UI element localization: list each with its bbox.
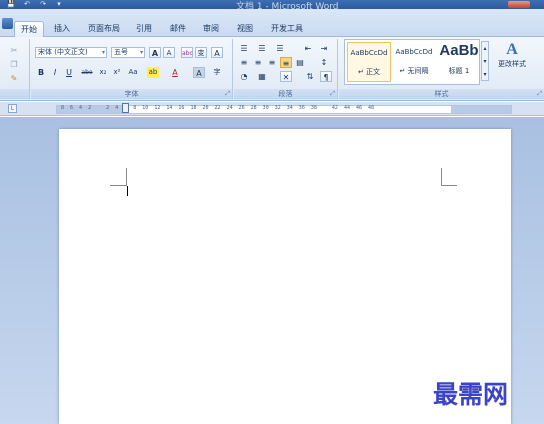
- undo-icon[interactable]: ↶: [22, 1, 32, 8]
- font-group: 宋体 (中文正文) ▾ 五号 ▾ A A abc 变 A B I U abe x…: [31, 39, 233, 99]
- styles-group-label: 样式: [339, 89, 544, 99]
- office-button[interactable]: [2, 18, 13, 29]
- font-name-value: 宋体 (中文正文): [38, 48, 88, 56]
- ribbon: ✂ ❐ ✎ 宋体 (中文正文) ▾ 五号 ▾ A A abc 变 A B I U…: [0, 37, 544, 101]
- tab-selector[interactable]: L: [8, 104, 17, 113]
- align-right-icon[interactable]: ≡: [266, 57, 278, 68]
- ribbon-tabs: 开始 插入 页面布局 引用 邮件 审阅 视图 开发工具: [0, 9, 544, 39]
- crop-mark-top-left: [126, 168, 127, 186]
- bold-button[interactable]: B: [35, 67, 47, 78]
- font-size-select[interactable]: 五号 ▾: [111, 47, 145, 58]
- style-heading-1[interactable]: AaBb 标题 1: [437, 42, 481, 82]
- style-normal[interactable]: AaBbCcDd ↵ 正文: [347, 42, 391, 82]
- highlight-button[interactable]: ab: [147, 67, 159, 78]
- change-styles-label: 更改样式: [498, 60, 526, 68]
- font-size-value: 五号: [114, 48, 128, 56]
- superscript-button[interactable]: x²: [111, 67, 123, 78]
- close-button[interactable]: [508, 1, 530, 8]
- align-center-icon[interactable]: ≡: [252, 57, 264, 68]
- tab-view[interactable]: 视图: [237, 23, 253, 34]
- copy-icon[interactable]: ❐: [8, 59, 20, 70]
- ruler-right-margin: [451, 106, 511, 113]
- multilevel-list-icon[interactable]: ☰: [274, 43, 286, 54]
- sort-icon[interactable]: ⇅: [304, 71, 316, 82]
- paragraph-group-label: 段落: [234, 89, 337, 99]
- font-group-label: 字体: [31, 89, 232, 99]
- cut-icon[interactable]: ✂: [8, 45, 20, 56]
- tab-review[interactable]: 审阅: [203, 23, 219, 34]
- change-styles-icon: A: [506, 41, 518, 58]
- style-name: ↵ 正文: [357, 68, 381, 76]
- tab-references[interactable]: 引用: [136, 23, 152, 34]
- save-icon[interactable]: 💾: [6, 1, 16, 8]
- change-case-button[interactable]: Aa: [127, 67, 139, 78]
- ruler-numbers: 8 6 4 2 2 4 6 8 10 12 14 16 18 20 22 24 …: [61, 105, 375, 111]
- decrease-indent-icon[interactable]: ⇤: [302, 43, 314, 54]
- borders-icon[interactable]: ▦: [256, 71, 268, 82]
- style-name: 标题 1: [448, 67, 470, 75]
- enclose-char-button[interactable]: 字: [211, 67, 223, 78]
- title-bar: 💾 ↶ ↷ ▾ 文档 1 - Microsoft Word: [0, 0, 544, 12]
- grow-font-button[interactable]: A: [149, 47, 161, 58]
- font-dialog-launcher-icon[interactable]: ⤢: [225, 90, 230, 98]
- change-styles-button[interactable]: A 更改样式: [492, 41, 532, 81]
- tab-mailings[interactable]: 邮件: [170, 23, 186, 34]
- customize-toolbar-icon[interactable]: ▾: [54, 1, 64, 8]
- underline-button[interactable]: U: [63, 67, 75, 78]
- font-name-select[interactable]: 宋体 (中文正文) ▾: [35, 47, 107, 58]
- clipboard-group: ✂ ❐ ✎: [0, 39, 30, 99]
- chinese-layout-icon[interactable]: ✕: [280, 71, 292, 82]
- style-no-spacing[interactable]: AaBbCcDd ↵ 无间隔: [392, 42, 436, 82]
- style-sample-text: AaBb: [439, 42, 479, 59]
- style-name: ↵ 无间隔: [399, 67, 429, 75]
- clipboard-group-label: [0, 89, 29, 99]
- justify-icon[interactable]: ≡: [280, 57, 292, 68]
- style-sample-text: AaBbCcDd: [395, 48, 433, 56]
- text-cursor: [127, 186, 128, 196]
- char-border-button[interactable]: A: [211, 47, 223, 58]
- shading-icon[interactable]: ◔: [238, 71, 250, 82]
- numbering-icon[interactable]: ☰: [256, 43, 268, 54]
- tab-insert[interactable]: 插入: [54, 23, 70, 34]
- shrink-font-button[interactable]: A: [163, 47, 175, 58]
- strikethrough-button[interactable]: abe: [81, 67, 93, 78]
- clear-format-button[interactable]: abc: [181, 47, 193, 58]
- tab-page-layout[interactable]: 页面布局: [88, 23, 120, 34]
- italic-button[interactable]: I: [49, 67, 61, 78]
- style-sample-text: AaBbCcDd: [350, 49, 388, 57]
- styles-dialog-launcher-icon[interactable]: ⤢: [537, 90, 542, 98]
- chevron-down-icon: ▾: [101, 49, 105, 56]
- align-left-icon[interactable]: ≡: [238, 57, 250, 68]
- indent-marker[interactable]: [122, 103, 129, 113]
- crop-mark-top-right: [441, 168, 442, 186]
- ruler-bar: 8 6 4 2 2 4 6 8 10 12 14 16 18 20 22 24 …: [0, 102, 544, 116]
- font-color-button[interactable]: A: [169, 67, 181, 78]
- paragraph-dialog-launcher-icon[interactable]: ⤢: [330, 90, 335, 98]
- gallery-scroll[interactable]: ▴ ▾ ▾: [481, 41, 489, 81]
- crop-mark-top-right: [441, 185, 457, 186]
- char-shading-button[interactable]: A: [193, 67, 205, 78]
- subscript-button[interactable]: x₂: [97, 67, 109, 78]
- increase-indent-icon[interactable]: ⇥: [318, 43, 330, 54]
- paragraph-group: ☰ ☰ ☰ ⇤ ⇥ ≡ ≡ ≡ ≡ ▤ ↕ ◔ ▦ ✕ ⇅ ¶ 段落 ⤢: [234, 39, 338, 99]
- line-spacing-icon[interactable]: ↕: [318, 57, 330, 68]
- phonetic-guide-button[interactable]: 变: [195, 47, 207, 58]
- quick-styles-gallery: AaBbCcDd ↵ 正文 AaBbCcDd ↵ 无间隔 AaBb 标题 1: [344, 39, 480, 85]
- bullets-icon[interactable]: ☰: [238, 43, 250, 54]
- show-marks-icon[interactable]: ¶: [320, 71, 332, 82]
- distributed-icon[interactable]: ▤: [294, 57, 306, 68]
- crop-mark-top-left: [110, 185, 126, 186]
- watermark-logo: 最需网: [433, 380, 509, 409]
- chevron-down-icon: ▾: [139, 49, 143, 56]
- quick-access-toolbar: 💾 ↶ ↷ ▾: [6, 1, 64, 8]
- format-painter-icon[interactable]: ✎: [8, 73, 20, 84]
- redo-icon[interactable]: ↷: [38, 1, 48, 8]
- tab-developer[interactable]: 开发工具: [271, 23, 303, 34]
